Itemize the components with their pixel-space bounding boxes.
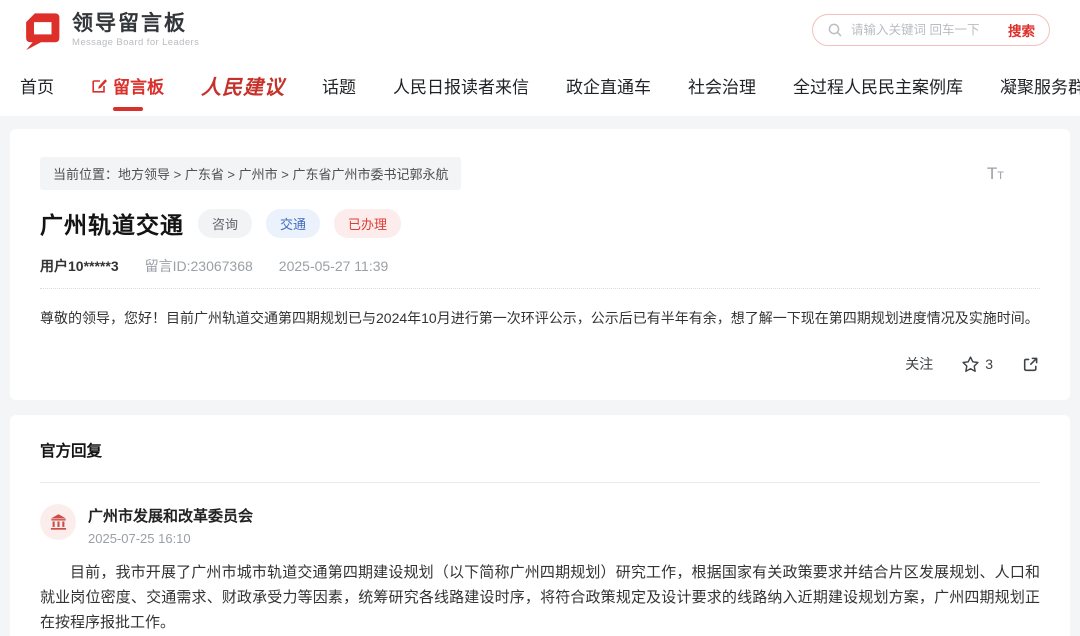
- font-size-control[interactable]: TT: [987, 165, 1004, 182]
- message-card: 当前位置：地方领导 > 广东省 > 广州市 > 广东省广州市委书记郭永航 TT …: [10, 129, 1070, 400]
- reply-divider: [40, 482, 1040, 483]
- nav-item-readers-letters[interactable]: 人民日报读者来信: [393, 73, 529, 98]
- nav-item-label: 留言板: [113, 73, 164, 98]
- nav-item-gov-business-line[interactable]: 政企直通车: [566, 73, 651, 98]
- tag-category: 咨询: [198, 209, 252, 238]
- message-content: 尊敬的领导，您好！目前广州轨道交通第四期规划已与2024年10月进行第一次环评公…: [40, 307, 1040, 330]
- reply-org-name: 广州市发展和改革委员会: [88, 504, 253, 526]
- search-button[interactable]: 搜索: [1008, 20, 1035, 40]
- message-user: 用户10*****3: [40, 256, 119, 276]
- star-button[interactable]: 3: [961, 355, 993, 374]
- tag-domain: 交通: [266, 209, 320, 238]
- reply-section-title: 官方回复: [40, 439, 1040, 461]
- nav-item-serve-masses[interactable]: 凝聚服务群众: [1000, 73, 1080, 98]
- reply-body: 目前，我市开展了广州市城市轨道交通第四期建设规划（以下简称广州四期规划）研究工作…: [40, 560, 1040, 636]
- message-title: 广州轨道交通: [40, 206, 184, 240]
- top-header: 领导留言板 Message Board for Leaders 搜索: [0, 0, 1080, 60]
- star-count: 3: [985, 356, 993, 372]
- government-building-icon: [49, 513, 68, 532]
- font-size-big-t: T: [987, 165, 997, 182]
- search-icon: [827, 22, 843, 38]
- message-id: 留言ID:23067368: [145, 256, 253, 276]
- logo-subtitle: Message Board for Leaders: [72, 38, 199, 48]
- share-button[interactable]: [1021, 355, 1040, 374]
- search-box[interactable]: 搜索: [812, 14, 1050, 46]
- edit-pencil-icon: [91, 77, 108, 94]
- status-badge: 已办理: [334, 209, 401, 238]
- search-input[interactable]: [851, 23, 1000, 37]
- follow-button[interactable]: 关注: [905, 354, 933, 374]
- font-size-small-t: T: [997, 171, 1004, 182]
- logo-title: 领导留言板: [72, 12, 199, 35]
- reply-date: 2025-07-25 16:10: [88, 531, 253, 546]
- nav-item-message-board[interactable]: 留言板: [91, 73, 164, 98]
- dotted-divider: [40, 288, 1040, 289]
- star-icon: [961, 355, 980, 374]
- nav-item-home[interactable]: 首页: [20, 73, 54, 98]
- breadcrumb[interactable]: 当前位置：地方领导 > 广东省 > 广州市 > 广东省广州市委书记郭永航: [40, 157, 461, 190]
- nav-item-democracy-cases[interactable]: 全过程人民民主案例库: [793, 73, 963, 98]
- reply-paragraph: 目前，我市开展了广州市城市轨道交通第四期建设规划（以下简称广州四期规划）研究工作…: [40, 560, 1040, 635]
- official-reply-card: 官方回复 广州市发展和改革委员会 2025-07-25 16:10: [10, 415, 1070, 636]
- nav-item-people-suggestions[interactable]: 人民建议: [201, 71, 285, 100]
- nav-item-social-governance[interactable]: 社会治理: [688, 73, 756, 98]
- nav-item-topics[interactable]: 话题: [322, 73, 356, 98]
- logo-speech-bubble-icon: [20, 9, 62, 51]
- site-logo[interactable]: 领导留言板 Message Board for Leaders: [20, 9, 199, 51]
- main-nav: 首页 留言板 人民建议 话题 人民日报读者来信 政企直通车 社会治理 全过程人民…: [0, 60, 1080, 116]
- share-icon: [1021, 355, 1040, 374]
- org-avatar: [40, 504, 76, 540]
- message-date: 2025-05-27 11:39: [279, 258, 389, 274]
